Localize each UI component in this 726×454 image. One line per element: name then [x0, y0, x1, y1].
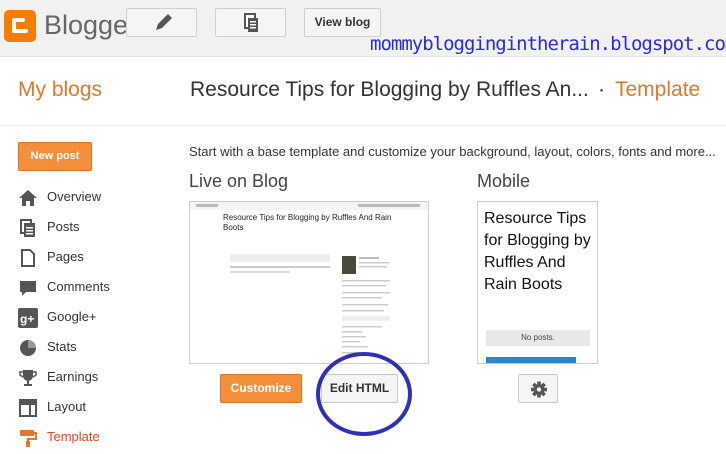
sidebar-item-template[interactable]: Template	[18, 424, 158, 454]
sidebar-item-pages[interactable]: Pages	[18, 244, 158, 274]
breadcrumb-separator: ·	[598, 78, 605, 101]
sidebar-item-label: Template	[47, 429, 100, 444]
mobile-template-preview[interactable]: Resource Tips for Blogging by Ruffles An…	[477, 201, 598, 364]
annotation-circle	[316, 352, 412, 436]
sidebar-item-label: Posts	[47, 219, 80, 234]
sidebar-item-google-plus[interactable]: g+ Google+	[18, 304, 158, 334]
sidebar-item-label: Earnings	[47, 369, 99, 384]
documents-icon	[244, 13, 258, 32]
sidebar-item-comments[interactable]: Comments	[18, 274, 158, 304]
paint-roller-icon	[20, 430, 37, 447]
live-template-preview[interactable]: Resource Tips for Blogging by Ruffles An…	[189, 201, 429, 364]
sidebar-item-overview[interactable]: Overview	[18, 184, 158, 214]
blog-title-selector[interactable]: Resource Tips for Blogging by Ruffles An…	[190, 78, 589, 102]
pages-icon	[21, 249, 35, 267]
sidebar-item-label: Stats	[47, 339, 77, 354]
mobile-heading: Mobile	[477, 171, 531, 191]
sidebar-item-stats[interactable]: Stats	[18, 334, 158, 364]
trophy-icon	[19, 370, 37, 386]
live-on-blog-heading: Live on Blog	[189, 171, 289, 191]
new-post-button[interactable]: New post	[18, 142, 92, 171]
sidebar-item-label: Comments	[47, 279, 110, 294]
pencil-icon	[156, 14, 172, 30]
template-intro-text: Start with a base template and customize…	[189, 144, 716, 159]
layout-icon	[19, 399, 37, 417]
customize-button[interactable]: Customize	[220, 374, 302, 403]
preview-page-thumbnail	[230, 254, 390, 354]
blogger-logo-icon[interactable]	[4, 10, 36, 42]
watermark-url: mommybloggingintherain.blogspot.com	[370, 33, 726, 55]
sidebar-item-layout[interactable]: Layout	[18, 394, 158, 424]
mobile-no-posts: No posts.	[486, 330, 590, 346]
brand-name[interactable]: Blogger	[44, 10, 137, 41]
sidebar-item-label: Layout	[47, 399, 87, 414]
sidebar-item-label: Overview	[47, 189, 102, 204]
mobile-footer-bar	[486, 357, 576, 363]
posts-icon	[20, 219, 35, 237]
pie-chart-icon	[20, 340, 36, 356]
home-icon	[19, 190, 37, 206]
comment-icon	[20, 281, 36, 296]
gear-icon	[531, 381, 547, 398]
page-title: Template	[615, 78, 701, 101]
mobile-preview-title: Resource Tips for Blogging by Ruffles An…	[484, 210, 591, 293]
mobile-settings-button[interactable]	[518, 374, 558, 403]
page-header: My blogs Resource Tips for Blogging by R…	[0, 58, 726, 126]
top-bar: Blogger View blog mommybloggingintherain…	[0, 0, 726, 57]
sidebar-nav: Overview Posts Pages Comments g+ Google+…	[18, 184, 158, 454]
sidebar-item-earnings[interactable]: Earnings	[18, 364, 158, 394]
sidebar-item-posts[interactable]: Posts	[18, 214, 158, 244]
my-blogs-link[interactable]: My blogs	[18, 78, 102, 102]
sidebar-item-label: Pages	[47, 249, 84, 264]
google-plus-icon: g+	[18, 308, 38, 328]
sidebar-item-label: Google+	[47, 309, 97, 324]
posts-list-button[interactable]	[215, 8, 286, 37]
new-post-pencil-button[interactable]	[126, 8, 197, 37]
svg-text:g+: g+	[20, 312, 34, 326]
